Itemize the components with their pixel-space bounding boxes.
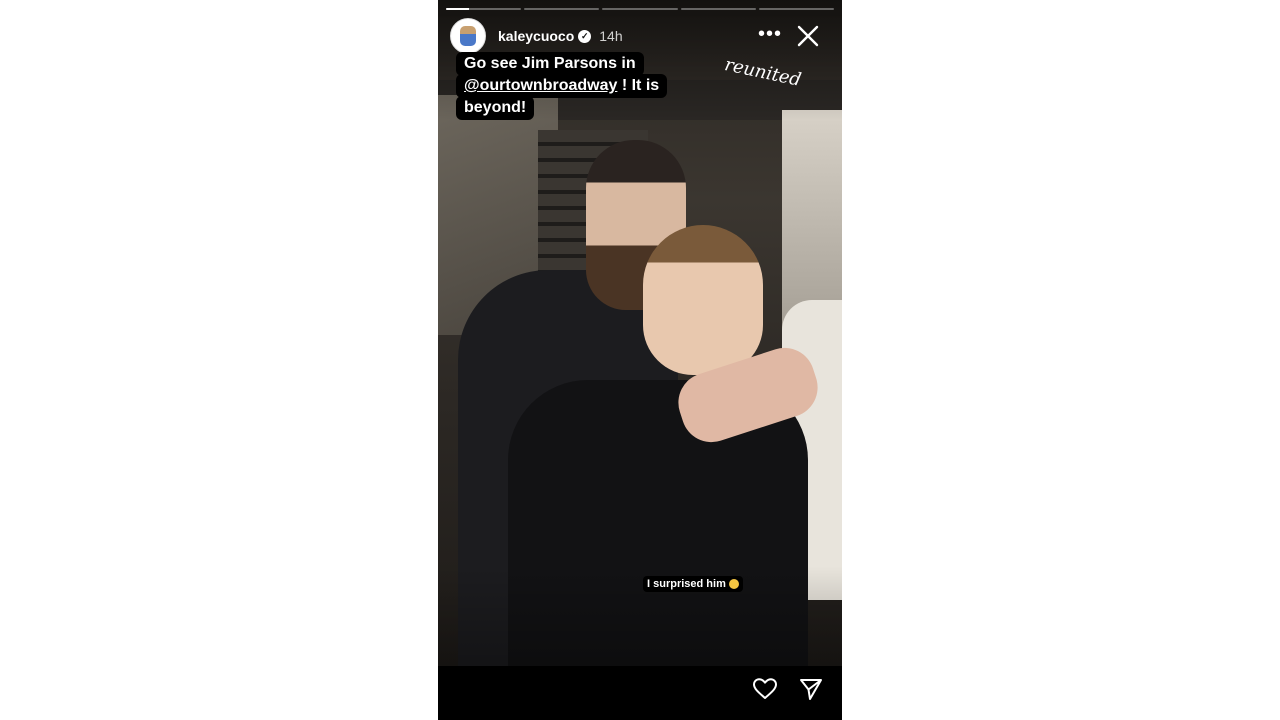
story-caption: Go see Jim Parsons in @ourtownbroadway !… [456,52,746,120]
text-sticker: I surprised him [643,576,743,592]
close-icon[interactable] [794,22,822,50]
caption-line-2-suffix: ! It is [617,77,660,94]
caption-line-3: beyond! [456,96,535,120]
verified-badge-icon: ✓ [578,29,592,43]
progress-segment [446,8,522,10]
caption-line-1: Go see Jim Parsons in [456,52,644,76]
post-time: 14h [599,28,623,44]
caption-line-2: @ourtownbroadway ! It is [456,74,668,98]
grimace-emoji-icon [728,579,739,590]
more-options-button[interactable]: ••• [758,24,782,44]
progress-segment [602,8,678,10]
username[interactable]: kaleycuoco [498,28,574,44]
story-footer [438,666,842,720]
text-sticker-label: I surprised him [647,578,726,590]
send-icon[interactable] [798,676,824,702]
progress-segment [758,8,835,10]
mention-link[interactable]: @ourtownbroadway [464,77,617,94]
progress-segment [524,8,600,10]
heart-icon[interactable] [752,676,778,702]
progress-segment [680,8,756,10]
dog-avatar-icon[interactable] [450,18,486,54]
story-header: kaleycuoco ✓ 14h ••• [450,18,830,54]
story-progress-bar [446,8,835,10]
story-viewer: kaleycuoco ✓ 14h ••• Go see Jim Parsons … [438,0,842,720]
